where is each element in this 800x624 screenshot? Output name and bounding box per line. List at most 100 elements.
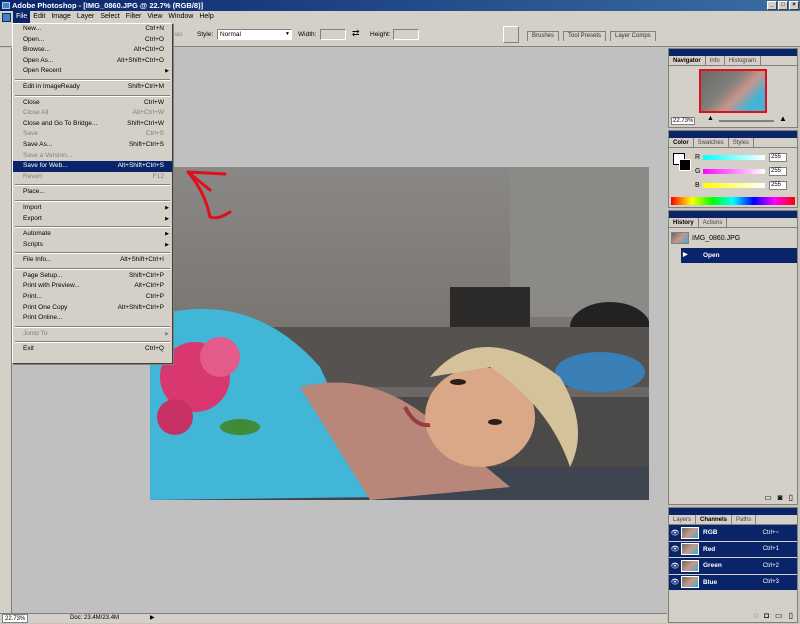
green-slider[interactable] — [703, 169, 765, 174]
document-icon[interactable] — [2, 12, 11, 22]
tab-channels[interactable]: Channels — [696, 515, 733, 524]
well-tab-brushes[interactable]: Brushes — [527, 31, 560, 41]
menu-item-browse[interactable]: Browse... Alt+Ctrl+O — [13, 45, 172, 56]
menu-help[interactable]: Help — [196, 11, 216, 23]
tab-info[interactable]: Info — [706, 56, 725, 65]
menu-item-import[interactable]: Import ▶ — [13, 203, 172, 214]
chevron-down-icon: ▼ — [285, 31, 290, 37]
menu-view[interactable]: View — [144, 11, 165, 23]
trash-icon[interactable]: ▯ — [789, 493, 793, 502]
tab-layers[interactable]: Layers — [669, 515, 697, 524]
menu-select[interactable]: Select — [97, 11, 122, 23]
load-selection-icon[interactable]: ◌ — [753, 611, 758, 620]
well-tab-tool-presets[interactable]: Tool Presets — [563, 31, 607, 41]
eye-icon[interactable]: 👁 — [669, 529, 681, 537]
red-value-field[interactable]: 255 — [769, 153, 787, 162]
background-color-swatch[interactable] — [679, 159, 691, 171]
zoom-out-icon[interactable]: ▲ — [707, 115, 714, 122]
menu-item-place[interactable]: Place... — [13, 187, 172, 198]
menu-item-open-as[interactable]: Open As... Alt+Shift+Ctrl+O — [13, 56, 172, 67]
well-tab-layer-comps[interactable]: Layer Comps — [610, 31, 656, 41]
menu-item-close-all[interactable]: Close All Alt+Ctrl+W — [13, 108, 172, 119]
tab-history[interactable]: History — [669, 218, 699, 227]
channel-row-rgb[interactable]: 👁 RGB Ctrl+~ — [669, 525, 797, 542]
navigator-zoom-field[interactable]: 22.73% — [671, 117, 696, 125]
menu-item-label: Save a Version... — [23, 151, 73, 159]
menu-item-save[interactable]: Save Ctrl+S — [13, 129, 172, 140]
menu-item-new[interactable]: New... Ctrl+N — [13, 24, 172, 35]
tab-histogram[interactable]: Histogram — [725, 56, 762, 65]
zoom-in-icon[interactable]: ▲ — [779, 114, 787, 123]
eye-icon[interactable]: 👁 — [669, 545, 681, 553]
menu-item-label: File Info... — [23, 256, 52, 264]
zoom-slider[interactable] — [719, 120, 774, 122]
menu-item-shortcut: Ctrl+W — [143, 98, 164, 106]
menu-item-print-with-preview[interactable]: Print with Preview... Alt+Ctrl+P — [13, 281, 172, 292]
menu-item-save-for-web[interactable]: Save for Web... Alt+Shift+Ctrl+S — [13, 161, 172, 172]
menu-item-open-recent[interactable]: Open Recent ▶ — [13, 66, 172, 77]
menu-item-open[interactable]: Open... Ctrl+O — [13, 35, 172, 46]
channel-row-blue[interactable]: 👁 Blue Ctrl+3 — [669, 574, 797, 591]
tab-color[interactable]: Color — [669, 138, 694, 147]
height-field[interactable] — [393, 29, 419, 40]
menu-item-page-setup[interactable]: Page Setup... Shift+Ctrl+P — [13, 271, 172, 282]
new-document-icon[interactable]: ▭ — [764, 493, 772, 502]
menu-item-automate[interactable]: Automate ▶ — [13, 229, 172, 240]
menu-filter[interactable]: Filter — [123, 11, 145, 23]
menu-image[interactable]: Image — [48, 11, 73, 23]
tab-paths[interactable]: Paths — [732, 515, 757, 524]
camera-icon[interactable]: ◙ — [778, 493, 783, 502]
tab-swatches[interactable]: Swatches — [694, 138, 729, 147]
green-value-field[interactable]: 255 — [769, 167, 787, 176]
eye-icon[interactable]: 👁 — [669, 578, 681, 586]
status-zoom[interactable]: 22.73% — [2, 614, 29, 623]
history-snapshot[interactable]: IMG_0860.JPG — [671, 232, 740, 244]
channel-row-green[interactable]: 👁 Green Ctrl+2 — [669, 558, 797, 575]
tab-actions[interactable]: Actions — [699, 218, 728, 227]
menu-item-print-online[interactable]: Print Online... — [13, 313, 172, 324]
menu-item-close[interactable]: Close Ctrl+W — [13, 98, 172, 109]
menu-item-print[interactable]: Print... Ctrl+P — [13, 292, 172, 303]
palette-well-button[interactable] — [503, 26, 519, 43]
blue-value-field[interactable]: 255 — [769, 181, 787, 190]
status-arrow-icon[interactable]: ▶ — [150, 614, 155, 623]
save-selection-icon[interactable]: ◘ — [764, 611, 769, 620]
menu-item-save-a-version[interactable]: Save a Version... — [13, 151, 172, 162]
history-brush-icon: ▶ — [683, 252, 688, 258]
menu-item-export[interactable]: Export ▶ — [13, 214, 172, 225]
menu-item-exit[interactable]: Exit Ctrl+Q — [13, 344, 172, 355]
swap-icon[interactable]: ⇄ — [352, 28, 360, 39]
tab-styles[interactable]: Styles — [729, 138, 755, 147]
width-field[interactable] — [320, 29, 346, 40]
navigator-thumbnail[interactable] — [699, 69, 767, 113]
new-channel-icon[interactable]: ▭ — [775, 611, 783, 620]
menu-layer[interactable]: Layer — [74, 11, 98, 23]
menu-item-close-and-go-to-bridge[interactable]: Close and Go To Bridge... Shift+Ctrl+W — [13, 119, 172, 130]
menu-window[interactable]: Window — [165, 11, 196, 23]
blue-slider[interactable] — [703, 183, 765, 188]
menu-item-file-info[interactable]: File Info... Alt+Shift+Ctrl+I — [13, 255, 172, 266]
close-button[interactable]: × — [789, 1, 799, 10]
menu-edit[interactable]: Edit — [30, 11, 48, 23]
menu-file[interactable]: File — [13, 11, 31, 23]
red-slider[interactable] — [703, 155, 765, 160]
channel-row-red[interactable]: 👁 Red Ctrl+1 — [669, 541, 797, 558]
trash-icon[interactable]: ▯ — [789, 611, 793, 620]
style-select[interactable]: Normal ▼ — [217, 29, 292, 40]
submenu-arrow-icon: ▶ — [165, 215, 169, 222]
menu-item-save-as[interactable]: Save As... Shift+Ctrl+S — [13, 140, 172, 151]
maximize-button[interactable]: □ — [778, 1, 788, 10]
submenu-arrow-icon: ▶ — [165, 231, 169, 238]
color-ramp[interactable] — [671, 197, 795, 205]
minimize-button[interactable]: _ — [767, 1, 777, 10]
menu-item-print-one-copy[interactable]: Print One Copy Alt+Shift+Ctrl+P — [13, 303, 172, 314]
tab-navigator[interactable]: Navigator — [669, 56, 706, 65]
menu-item-revert[interactable]: Revert F12 — [13, 172, 172, 183]
menu-item-scripts[interactable]: Scripts ▶ — [13, 240, 172, 251]
palette-titlebar — [669, 211, 797, 218]
eye-icon[interactable]: 👁 — [669, 562, 681, 570]
menu-item-jump-to[interactable]: Jump To ▶ — [13, 329, 172, 340]
menu-item-edit-in-imageready[interactable]: Edit in ImageReady Shift+Ctrl+M — [13, 82, 172, 93]
history-state-open[interactable]: ▶ Open — [681, 248, 797, 263]
menu-item-shortcut: Shift+Ctrl+S — [128, 140, 164, 148]
